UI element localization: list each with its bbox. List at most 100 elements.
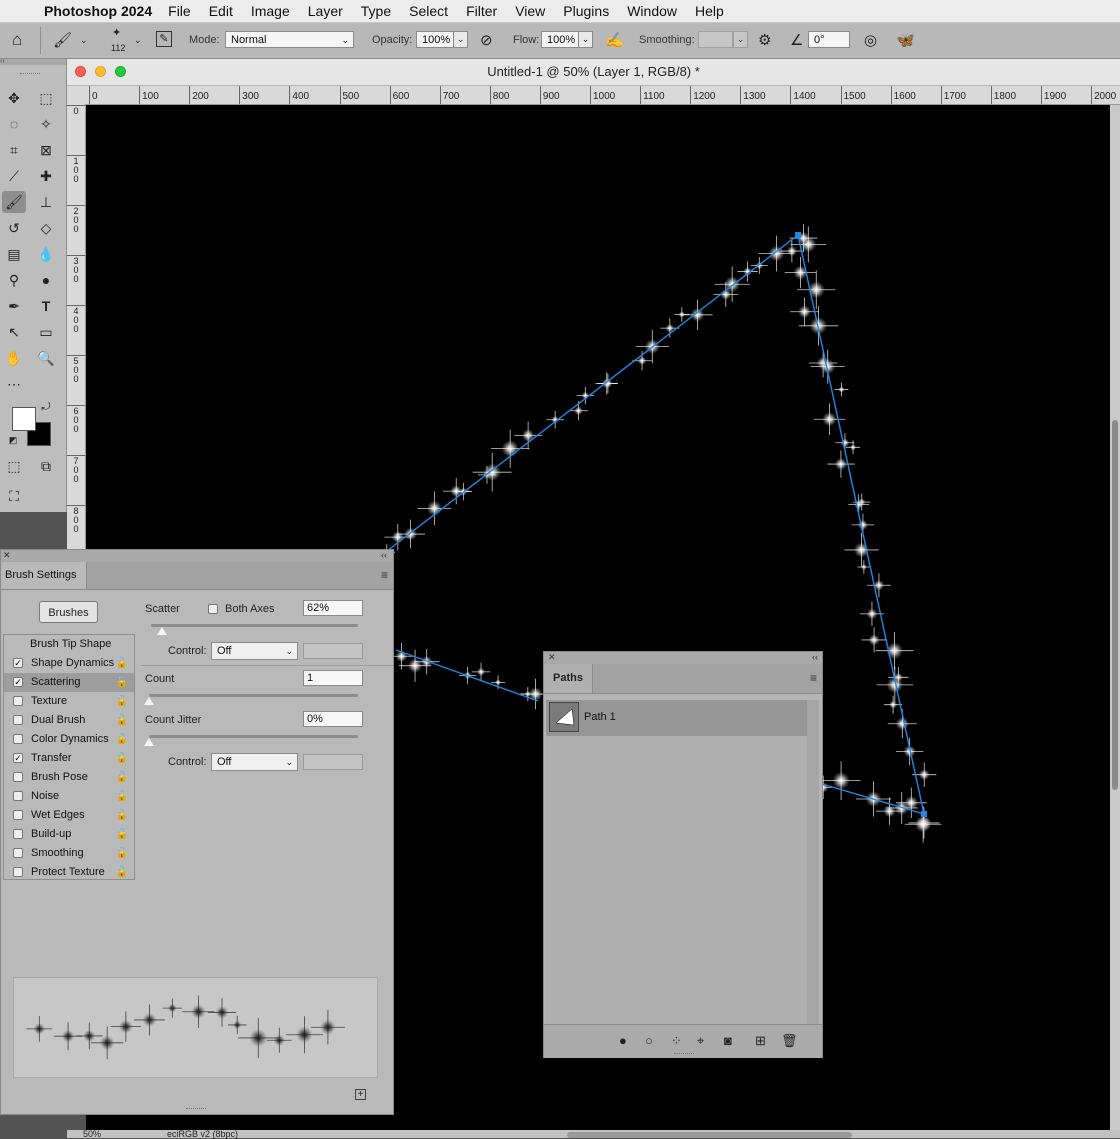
resize-grip[interactable] (674, 1053, 694, 1057)
scatter-input[interactable]: 62% (303, 600, 363, 616)
brush-setting-transfer[interactable]: ✓ Transfer 🔓 (4, 749, 134, 768)
panel-header[interactable]: ✕ ‹‹ (1, 550, 393, 562)
eyedropper-tool-icon[interactable]: ⟋ (2, 165, 26, 187)
lock-icon[interactable]: 🔓 (116, 730, 128, 749)
collapse-icon[interactable]: ‹‹ (812, 652, 818, 662)
color-profile-info[interactable]: eciRGB v2 (8bpc) (167, 1130, 238, 1139)
count-slider-knob[interactable] (144, 697, 154, 705)
panel-header[interactable]: ✕ ‹‹ (544, 652, 822, 664)
lock-icon[interactable]: 🔓 (116, 844, 128, 863)
checkbox[interactable]: ✓ (13, 658, 23, 668)
checkbox[interactable] (13, 848, 23, 858)
panel-menu-icon[interactable]: ≡ (810, 671, 817, 685)
menu-view[interactable]: View (515, 3, 545, 19)
opacity-dropdown[interactable]: ⌄ (453, 31, 468, 48)
brush-setting-brush-tip-shape[interactable]: Brush Tip Shape (4, 635, 134, 654)
create-new-brush-icon[interactable]: + (355, 1089, 366, 1100)
count-jitter-input[interactable]: 0% (303, 711, 363, 727)
lock-icon[interactable]: 🔓 (116, 692, 128, 711)
menu-image[interactable]: Image (251, 3, 290, 19)
lock-icon[interactable]: 🔓 (116, 787, 128, 806)
brush-tool-icon[interactable]: 🖌 (53, 31, 72, 49)
brush-setting-build-up[interactable]: Build-up 🔓 (4, 825, 134, 844)
history-brush-tool-icon[interactable]: ↺ (2, 217, 26, 239)
panel-menu-icon[interactable]: ≡ (381, 568, 388, 582)
control2-select[interactable]: Off ⌄ (211, 753, 298, 771)
airbrush-icon[interactable]: ✍ (605, 31, 624, 49)
count-input[interactable]: 1 (303, 670, 363, 686)
tab-paths[interactable]: Paths (544, 664, 593, 693)
healing-brush-tool-icon[interactable]: ✚ (34, 165, 58, 187)
foreground-color-swatch[interactable] (12, 407, 36, 431)
grip[interactable] (20, 73, 40, 77)
brush-setting-protect-texture[interactable]: Protect Texture 🔓 (4, 863, 134, 882)
brushes-button[interactable]: Brushes (39, 601, 98, 623)
move-tool-icon[interactable]: ✥ (2, 87, 26, 109)
horizontal-ruler[interactable]: 0 100 200 300 400 500 600 700 800 900 1000 1100 1200… (86, 86, 1120, 105)
scatter-slider[interactable] (151, 624, 358, 627)
flow-input[interactable]: 100% (541, 31, 579, 48)
checkbox[interactable] (13, 715, 23, 725)
brush-settings-toggle-icon[interactable]: ✎ (156, 31, 172, 47)
vertical-ruler[interactable]: 0 1 0 0 2 0 0 3 0 0 4 0 0 5 0 0 6 0 0 7 0 0 8 0 … (67, 104, 86, 549)
brush-tool-icon[interactable]: 🖌 (2, 191, 26, 213)
mode-select[interactable]: Normal ⌄ (225, 31, 354, 48)
object-selection-tool-icon[interactable]: ◌ (2, 113, 26, 135)
close-icon[interactable]: ✕ (548, 652, 556, 663)
angle-input[interactable]: 0° (808, 31, 850, 48)
path-selection-tool-icon[interactable]: ↖ (2, 321, 26, 343)
lock-icon[interactable]: 🔓 (116, 711, 128, 730)
brush-setting-texture[interactable]: Texture 🔓 (4, 692, 134, 711)
brush-preset-icon[interactable]: ✦ (112, 26, 121, 39)
count-jitter-slider[interactable] (149, 735, 358, 738)
brush-setting-shape-dynamics[interactable]: ✓ Shape Dynamics 🔓 (4, 654, 134, 673)
horizontal-scroll-thumb[interactable] (567, 1132, 852, 1138)
checkbox[interactable] (13, 734, 23, 744)
magic-wand-tool-icon[interactable]: ✧ (34, 113, 58, 135)
symmetry-icon[interactable]: 🦋 (896, 31, 915, 49)
zoom-level[interactable]: 50% (83, 1130, 101, 1139)
pressure-opacity-icon[interactable]: ⊘ (480, 31, 493, 49)
chevron-down-icon[interactable]: ⌄ (134, 35, 142, 46)
lock-icon[interactable]: 🔓 (116, 806, 128, 825)
eraser-tool-icon[interactable]: ◇ (34, 217, 58, 239)
ruler-origin[interactable] (67, 86, 86, 105)
gear-icon[interactable]: ⚙ (758, 31, 771, 49)
count-jitter-slider-knob[interactable] (144, 738, 154, 746)
flow-dropdown[interactable]: ⌄ (578, 31, 593, 48)
type-tool-icon[interactable]: T (34, 295, 58, 317)
rectangle-tool-icon[interactable]: ▭ (34, 321, 58, 343)
scatter-slider-knob[interactable] (156, 627, 167, 635)
lock-icon[interactable]: 🔓 (116, 654, 128, 673)
menu-help[interactable]: Help (695, 3, 724, 19)
checkbox[interactable] (13, 791, 23, 801)
app-menu[interactable]: Photoshop 2024 (44, 3, 152, 19)
stroke-path-icon[interactable]: ○ (645, 1033, 653, 1048)
menu-layer[interactable]: Layer (308, 3, 343, 19)
anchor-point[interactable] (795, 232, 801, 238)
marquee-tool-icon[interactable]: ⬚ (34, 87, 58, 109)
brush-setting-smoothing[interactable]: Smoothing 🔓 (4, 844, 134, 863)
trash-icon[interactable]: 🗑 (781, 1033, 798, 1049)
collapse-icon[interactable]: ‹‹ (381, 550, 387, 560)
opacity-input[interactable]: 100% (416, 31, 454, 48)
brush-setting-wet-edges[interactable]: Wet Edges 🔓 (4, 806, 134, 825)
lock-icon[interactable]: 🔓 (116, 863, 128, 882)
dodge-tool-icon[interactable]: ⚲ (2, 269, 26, 291)
gradient-tool-icon[interactable]: ▤ (2, 243, 26, 265)
quick-mask-icon[interactable]: ⬚ (2, 455, 26, 477)
checkbox[interactable] (13, 696, 23, 706)
resize-grip[interactable] (186, 1108, 206, 1112)
path-row[interactable]: Path 1 (546, 700, 807, 736)
blur-tool-icon[interactable]: 💧 (34, 243, 58, 265)
lock-icon[interactable]: 🔓 (116, 825, 128, 844)
checkbox[interactable]: ✓ (13, 753, 23, 763)
frame-tool-icon[interactable]: ⊠ (34, 139, 58, 161)
home-icon[interactable]: ⌂ (12, 30, 22, 50)
lock-icon[interactable]: 🔓 (116, 749, 128, 768)
menu-type[interactable]: Type (361, 3, 391, 19)
default-colors-icon[interactable]: ◩ (6, 433, 20, 447)
clone-stamp-tool-icon[interactable]: ⊥ (34, 191, 58, 213)
smoothing-dropdown[interactable]: ⌄ (733, 31, 748, 48)
tools-panel-header[interactable]: ‹‹ (0, 58, 66, 65)
